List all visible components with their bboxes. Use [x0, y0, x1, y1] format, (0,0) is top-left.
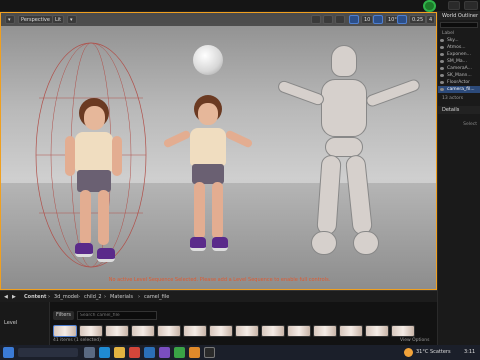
visibility-eye-icon[interactable] — [440, 74, 444, 77]
settings-button[interactable] — [448, 1, 460, 10]
outliner-item[interactable]: SK_Mann... — [438, 72, 480, 79]
asset-thumbnail[interactable] — [365, 325, 389, 337]
content-search-input[interactable] — [77, 311, 157, 320]
viewport-count[interactable]: 4 — [426, 15, 436, 24]
asset-thumbnail[interactable] — [79, 325, 103, 337]
rotate-tool-icon[interactable] — [323, 15, 333, 24]
asset-thumbnail[interactable] — [261, 325, 285, 337]
scale-snap-value[interactable]: 0.25 — [409, 15, 427, 24]
outliner-item[interactable]: CameraA... — [438, 65, 480, 72]
asset-thumbnail-row — [53, 325, 437, 337]
outliner-item[interactable]: Exponen... — [438, 51, 480, 58]
rotation-snap-toggle[interactable] — [373, 15, 383, 24]
content-browser-path-bar: ◀ ▶ Content › 3d_model › child_2 › Mater… — [0, 290, 437, 302]
visibility-eye-icon[interactable] — [440, 60, 444, 63]
view-options-button[interactable]: View Options — [400, 338, 429, 343]
level-viewport[interactable]: ▾ Perspective Lit ▾ 10 10° 0.25 4 No act… — [0, 12, 437, 290]
asset-thumbnail[interactable] — [53, 325, 77, 337]
outliner-item[interactable]: Atmos... — [438, 44, 480, 51]
asset-thumbnail[interactable] — [339, 325, 363, 337]
outliner-column-label: Label — [442, 31, 455, 36]
child-character-1[interactable] — [65, 98, 135, 278]
show-button[interactable]: ▾ — [67, 15, 77, 24]
outliner-item[interactable]: FloorActor — [438, 79, 480, 86]
editor-top-bar — [0, 0, 480, 12]
visibility-eye-icon[interactable] — [440, 67, 444, 70]
lit-button[interactable]: Lit — [52, 15, 65, 24]
marketplace-button[interactable] — [464, 1, 478, 10]
move-tool-icon[interactable] — [311, 15, 321, 24]
details-select-hint: Select — [463, 122, 477, 127]
filters-button[interactable]: Filters — [53, 311, 74, 320]
windows-start-icon[interactable] — [3, 347, 14, 358]
mail-icon[interactable] — [144, 347, 155, 358]
outliner-item[interactable]: SM_Ma... — [438, 58, 480, 65]
grid-snap-value[interactable]: 10 — [361, 15, 374, 24]
asset-thumbnail[interactable] — [313, 325, 337, 337]
viewport-toolbar: ▾ Perspective Lit ▾ 10 10° 0.25 4 — [1, 13, 436, 26]
folder-tree-panel: Level — [0, 302, 50, 345]
outliner-search-input[interactable] — [440, 22, 478, 28]
asset-thumbnail[interactable] — [131, 325, 155, 337]
scale-tool-icon[interactable] — [335, 15, 345, 24]
asset-thumbnail[interactable] — [105, 325, 129, 337]
outliner-item[interactable]: Sky... — [438, 37, 480, 44]
content-status-text: 41 items (1 selected) — [53, 338, 101, 343]
app-icon[interactable] — [129, 347, 140, 358]
details-title: Details — [438, 106, 480, 114]
viewport-menu-button[interactable]: ▾ — [5, 15, 15, 24]
folder-tree-item[interactable]: Level — [4, 320, 17, 326]
visibility-eye-icon[interactable] — [440, 88, 444, 91]
asset-thumbnail[interactable] — [209, 325, 233, 337]
app-icon[interactable] — [189, 347, 200, 358]
app-icon[interactable] — [174, 347, 185, 358]
source-control-icon[interactable] — [423, 0, 436, 12]
task-view-icon[interactable] — [84, 347, 95, 358]
child-character-2[interactable] — [162, 95, 254, 275]
visibility-eye-icon[interactable] — [440, 81, 444, 84]
edge-browser-icon[interactable] — [99, 347, 110, 358]
file-explorer-icon[interactable] — [114, 347, 125, 358]
taskbar-search-input[interactable] — [18, 348, 78, 357]
clock-time[interactable]: 3:11 — [464, 347, 475, 358]
unreal-engine-icon[interactable] — [204, 347, 215, 358]
content-filter-row: Filters — [53, 311, 437, 320]
asset-thumbnail[interactable] — [287, 325, 311, 337]
app-icon[interactable] — [159, 347, 170, 358]
asset-thumbnail[interactable] — [235, 325, 259, 337]
perspective-button[interactable]: Perspective — [18, 15, 53, 24]
scale-snap-toggle[interactable] — [397, 15, 407, 24]
sky-sphere-light[interactable] — [193, 45, 223, 75]
asset-thumbnail[interactable] — [391, 325, 415, 337]
asset-thumbnail[interactable] — [157, 325, 181, 337]
outliner-item-selected[interactable]: camera_fil... — [438, 86, 480, 93]
weather-icon — [404, 348, 413, 357]
outliner-title: World Outliner — [438, 12, 480, 20]
windows-taskbar: 31°C Scatters 3:11 — [0, 345, 480, 360]
asset-thumbnail[interactable] — [183, 325, 207, 337]
outliner-actor-count: 13 actors — [442, 96, 464, 101]
visibility-eye-icon[interactable] — [440, 39, 444, 42]
weather-text[interactable]: 31°C Scatters — [416, 347, 451, 358]
visibility-eye-icon[interactable] — [440, 46, 444, 49]
mannequin-character[interactable] — [271, 45, 431, 275]
world-outliner-panel: World Outliner Label Sky... Atmos... Exp… — [437, 12, 480, 290]
visibility-eye-icon[interactable] — [440, 53, 444, 56]
viewport-warning-message: No active Level Sequence Selected. Pleas… — [108, 277, 331, 283]
grid-snap-toggle[interactable] — [349, 15, 359, 24]
details-panel-lower — [437, 290, 480, 345]
